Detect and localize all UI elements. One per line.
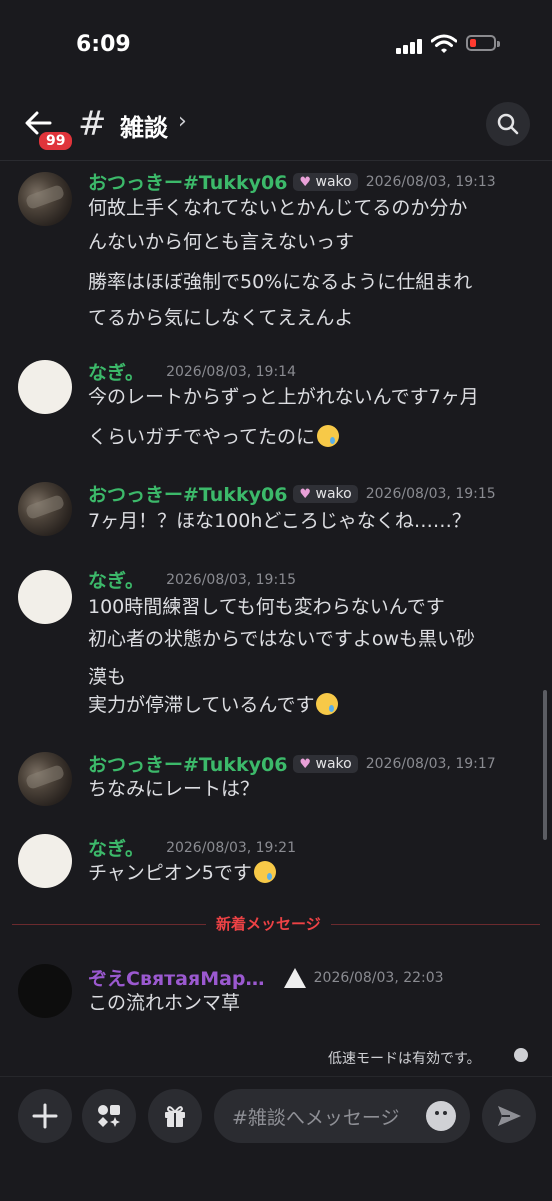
avatar[interactable]	[18, 482, 72, 536]
slowmode-notice: 低速モードは有効です。	[328, 1051, 481, 1067]
search-button[interactable]	[486, 102, 530, 146]
signal-icon	[396, 38, 424, 54]
hash-icon: #	[78, 104, 107, 144]
avatar[interactable]	[18, 172, 72, 226]
search-icon	[497, 113, 519, 135]
avatar[interactable]	[18, 360, 72, 414]
timestamp: 2026/08/03, 19:15	[365, 485, 496, 502]
message-line: 何故上手くなれてないとかんじてるのか分か	[88, 197, 468, 219]
plus-icon	[32, 1103, 58, 1129]
apps-button[interactable]	[82, 1089, 136, 1143]
message-text: くらいガチでやってたのに	[88, 426, 316, 448]
clock: 6:09	[76, 32, 131, 57]
chevron-right-icon[interactable]: ›	[178, 109, 187, 134]
message-line: てるから気にしなくてええんよ	[88, 307, 354, 329]
message-line: 勝率はほぼ強制で50%になるように仕組まれ	[88, 271, 473, 293]
tag-label: wako	[315, 173, 352, 190]
scrollbar[interactable]	[543, 690, 547, 840]
avatar[interactable]	[18, 834, 72, 888]
emoji-icon[interactable]	[426, 1101, 456, 1131]
unread-badge: 99	[37, 130, 75, 152]
message[interactable]: なぎ。 2026/08/03, 19:14 今のレートからずっと上がれないんです7…	[0, 358, 552, 458]
heart-icon: ♥	[299, 486, 312, 502]
send-button[interactable]	[482, 1089, 536, 1143]
timestamp: 2026/08/03, 19:15	[166, 571, 296, 588]
wifi-icon	[431, 34, 457, 53]
message-line: 実力が停滞しているんです	[88, 686, 339, 724]
message-line: ちなみにレートは？	[88, 778, 260, 800]
timestamp: 2026/08/03, 19:17	[365, 755, 496, 772]
message[interactable]: なぎ。 2026/08/03, 19:21 チャンピオン5です	[0, 834, 552, 898]
message[interactable]: ぞえСвятаяМар… 2026/08/03, 22:03 この流れホンマ草	[0, 964, 552, 1028]
avatar[interactable]	[18, 570, 72, 624]
tag-label: wako	[315, 485, 352, 502]
message[interactable]: おつっきー#Tukky06 ♥ wako 2026/08/03, 19:15 7ヶ月…	[0, 480, 552, 550]
rice-ball-icon	[283, 967, 306, 988]
message-line: 7ヶ月！？ほな100hどころじゃなくね……？	[88, 510, 471, 532]
timestamp: 2026/08/03, 19:13	[365, 173, 496, 190]
timer-icon	[514, 1048, 528, 1062]
gift-button[interactable]	[148, 1089, 202, 1143]
message[interactable]: おつっきー#Tukky06 ♥ wako 2026/08/03, 19:13 何故上…	[0, 168, 552, 338]
send-icon	[498, 1106, 521, 1126]
status-bar: 6:09	[0, 0, 552, 90]
message-text: 実力が停滞しているんです	[88, 694, 315, 716]
message[interactable]: なぎ。 2026/08/03, 19:15 100時間練習しても何も変わらないんで…	[0, 566, 552, 726]
message-line: 今のレートからずっと上がれないんです7ヶ月	[88, 386, 479, 408]
server-tag[interactable]: ♥ wako	[293, 754, 358, 773]
server-tag[interactable]: ♥ wako	[293, 172, 358, 191]
message-input-placeholder: #雑談へメッセージ	[232, 1107, 400, 1129]
heart-icon: ♥	[299, 756, 312, 772]
channel-title[interactable]: 雑談	[120, 108, 168, 143]
crying-face-emoji	[317, 425, 340, 447]
avatar[interactable]	[18, 964, 72, 1018]
gift-icon	[165, 1106, 185, 1127]
message[interactable]: おつっきー#Tukky06 ♥ wako 2026/08/03, 19:17 ちなみ…	[0, 750, 552, 814]
apps-icon	[98, 1105, 120, 1127]
crying-face-emoji	[316, 693, 339, 715]
add-button[interactable]	[18, 1089, 72, 1143]
timestamp: 2026/08/03, 22:03	[313, 969, 444, 986]
heart-icon: ♥	[299, 174, 312, 190]
tag-label: wako	[315, 755, 352, 772]
message-line: んないから何とも言えないっす	[88, 231, 355, 253]
battery-icon	[466, 35, 500, 51]
message-line: 初心者の状態からではないですよowも黒い砂	[88, 628, 476, 650]
message-text: チャンピオン5です	[88, 862, 252, 884]
message-input[interactable]: #雑談へメッセージ	[214, 1089, 470, 1143]
message-line: くらいガチでやってたのに	[88, 418, 340, 456]
avatar[interactable]	[18, 752, 72, 806]
server-tag[interactable]: ♥ wako	[293, 484, 358, 503]
message-line: この流れホンマ草	[88, 992, 241, 1014]
new-messages-label: 新着メッセージ	[206, 913, 331, 934]
composer-bar: #雑談へメッセージ	[0, 1076, 552, 1201]
channel-header: 99 # 雑談 ›	[0, 90, 552, 161]
message-line: チャンピオン5です	[88, 854, 276, 892]
crying-face-emoji	[253, 861, 276, 883]
